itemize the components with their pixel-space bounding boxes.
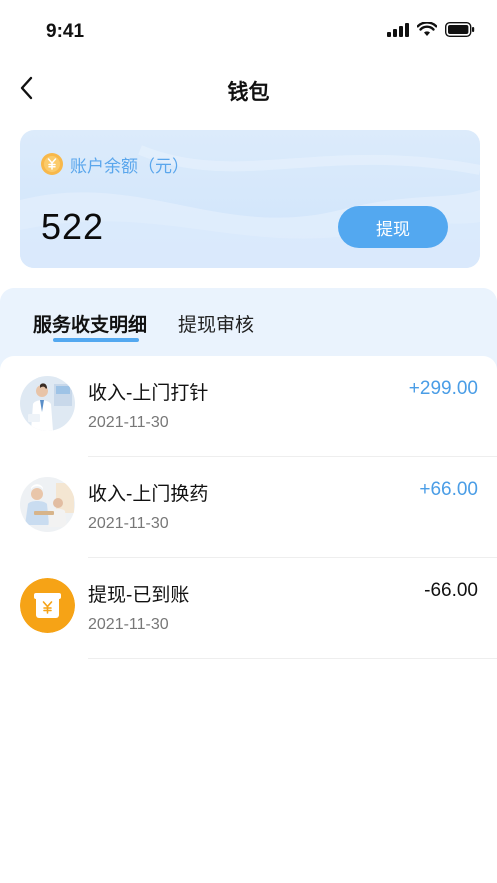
record-title: 收入-上门打针 xyxy=(88,383,209,404)
wallet-icon xyxy=(20,578,75,633)
divider xyxy=(88,658,497,659)
signal-icon xyxy=(387,22,409,37)
records-list: 收入-上门打针 2021-11-30 +299.00 收入-上门换药 2021-… xyxy=(0,356,497,883)
record-date: 2021-11-30 xyxy=(88,414,169,431)
status-bar: 9:41 xyxy=(0,0,497,62)
balance-label: 账户余额（元） xyxy=(70,157,189,176)
list-item[interactable]: 收入-上门打针 2021-11-30 +299.00 xyxy=(0,356,497,457)
record-amount: +66.00 xyxy=(419,479,478,500)
nurse-avatar xyxy=(20,477,75,532)
coin-icon xyxy=(41,153,63,175)
list-item[interactable]: 提现-已到账 2021-11-30 -66.00 xyxy=(0,558,497,659)
record-date: 2021-11-30 xyxy=(88,515,169,532)
status-time: 9:41 xyxy=(46,21,85,42)
list-item[interactable]: 收入-上门换药 2021-11-30 +66.00 xyxy=(0,457,497,558)
record-title: 提现-已到账 xyxy=(88,585,190,606)
record-title: 收入-上门换药 xyxy=(88,484,209,505)
active-tab-indicator xyxy=(53,338,139,342)
record-amount: +299.00 xyxy=(408,378,478,399)
doctor-avatar xyxy=(20,376,75,431)
tab-service-details[interactable]: 服务收支明细 xyxy=(33,310,147,337)
withdraw-button[interactable]: 提现 xyxy=(338,206,448,248)
balance-amount: 522 xyxy=(41,206,105,247)
record-amount: -66.00 xyxy=(424,580,478,601)
battery-icon xyxy=(445,22,475,37)
wifi-icon xyxy=(417,22,437,36)
tab-withdraw-review[interactable]: 提现审核 xyxy=(178,310,254,337)
tab-bar: 服务收支明细 提现审核 xyxy=(0,288,497,354)
status-icons xyxy=(387,22,475,37)
record-date: 2021-11-30 xyxy=(88,616,169,633)
withdraw-avatar xyxy=(20,578,75,633)
page-title: 钱包 xyxy=(227,81,270,104)
balance-card: 账户余额（元） 522 提现 xyxy=(20,130,480,268)
nav-bar: 钱包 xyxy=(0,62,497,116)
